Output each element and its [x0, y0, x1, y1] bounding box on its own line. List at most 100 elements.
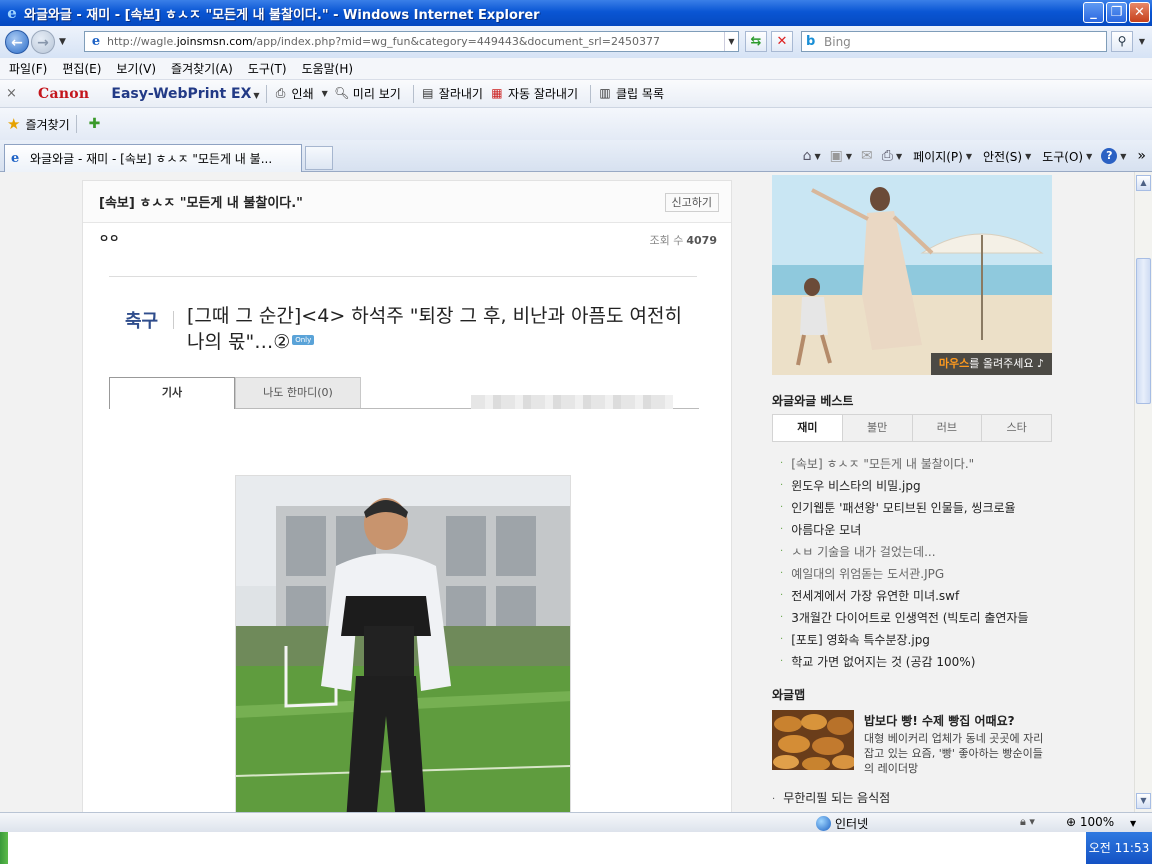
toolbar-separator: [265, 84, 267, 103]
start-button[interactable]: [0, 832, 8, 864]
title-bar: e 와글와글 - 재미 - [속보] ㅎㅅㅈ "모든게 내 불찰이다." - W…: [0, 0, 1152, 26]
best-tab-fun[interactable]: 재미: [773, 415, 842, 441]
scrollbar-thumb[interactable]: [1136, 258, 1151, 404]
printer-icon: ⎙: [881, 148, 893, 164]
menu-help[interactable]: 도움말(H): [296, 60, 360, 77]
preview-button[interactable]: 🔍︎ 미리 보기: [334, 85, 401, 102]
wagle-map-thumbnail[interactable]: [772, 710, 854, 770]
best-section-title: 와글와글 베스트: [772, 394, 854, 408]
divider: [173, 311, 174, 329]
search-options-dropdown-icon[interactable]: ▼: [1136, 31, 1148, 52]
author-name[interactable]: ㅇㅇ: [99, 230, 119, 246]
forward-arrow-icon: →: [37, 35, 49, 51]
minimize-button[interactable]: _: [1083, 2, 1104, 23]
list-item[interactable]: · [포토] 영화속 특수분장.jpg: [780, 628, 1054, 650]
page-menu[interactable]: 페이지(P) ▼: [913, 148, 972, 165]
restore-button[interactable]: ❐: [1106, 2, 1127, 23]
tools-menu[interactable]: 도구(O) ▼: [1042, 148, 1092, 165]
list-item[interactable]: · 3개월간 다이어트로 인생역전 (빅토리 출연자들: [780, 606, 1054, 628]
scroll-up-button[interactable]: ▲: [1136, 175, 1151, 191]
close-toolbar-icon[interactable]: ×: [6, 86, 24, 101]
menu-view[interactable]: 보기(V): [110, 60, 162, 77]
url-dropdown-icon[interactable]: ▼: [724, 32, 738, 51]
clip-button[interactable]: ▤ 잘라내기: [420, 85, 483, 102]
list-item[interactable]: · 예일대의 위엄돋는 도서관.JPG: [780, 562, 1054, 584]
tab-article[interactable]: 기사: [109, 377, 235, 409]
tab-comments[interactable]: 나도 한마디(0): [235, 377, 361, 408]
zoom-level[interactable]: ⊕ 100% ▼: [1066, 815, 1136, 829]
best-tab-complaint[interactable]: 불만: [841, 415, 912, 441]
best-tab-star[interactable]: 스타: [981, 415, 1051, 441]
search-input[interactable]: b Bing: [801, 31, 1107, 52]
best-tab-love[interactable]: 러브: [911, 415, 982, 441]
scroll-down-button[interactable]: ▼: [1136, 793, 1151, 809]
print-dropdown-icon[interactable]: ▼: [322, 89, 328, 98]
wagle-map-description: 대형 베이커리 업체가 동네 곳곳에 자리잡고 있는 요즘, '빵' 좋아하는 …: [864, 732, 1044, 775]
home-button[interactable]: ⌂ ▼: [803, 148, 821, 164]
print-command-button[interactable]: ⎙ ▼: [882, 148, 902, 164]
canon-toolbar: × Canon Easy-WebPrint EX ▼ ⎙ 인쇄 ▼ 🔍︎ 미리 보…: [0, 80, 1152, 108]
toolbar-separator: [590, 84, 592, 103]
new-tab-button[interactable]: [305, 146, 333, 170]
report-button[interactable]: 신고하기: [664, 193, 719, 212]
easy-webprint-menu[interactable]: Easy-WebPrint EX ▼: [111, 86, 259, 102]
menu-file[interactable]: 파일(F): [3, 60, 53, 77]
wagle-map-more-item[interactable]: · 무한리필 되는 음식점: [772, 789, 890, 806]
menu-favorites[interactable]: 즐겨찾기(A): [165, 60, 239, 77]
back-button[interactable]: ←: [5, 30, 29, 54]
news-title: [그때 그 순간]<4> 하석주 "퇴장 그 후, 비난과 아픔도 여전히 나의…: [187, 305, 682, 353]
window-title: 와글와글 - 재미 - [속보] ㅎㅅㅈ "모든게 내 불찰이다." - Win…: [24, 7, 540, 23]
menu-edit[interactable]: 편집(E): [56, 60, 107, 77]
more-commands-button[interactable]: »: [1137, 148, 1146, 164]
article-photo: [235, 475, 571, 812]
safety-menu[interactable]: 안전(S) ▼: [983, 148, 1031, 165]
url-input[interactable]: e http://wagle.joinsmsn.com/app/index.ph…: [84, 31, 739, 52]
wagle-map-headline[interactable]: 밥보다 빵! 수제 빵집 어때요?: [864, 712, 1015, 729]
favorites-button[interactable]: 즐겨찾기: [25, 116, 69, 133]
page-viewport: [속보] ㅎㅅㅈ "모든게 내 불찰이다." 신고하기 ㅇㅇ 조회 수 4079 …: [0, 172, 1152, 812]
search-button[interactable]: ⚲: [1111, 31, 1133, 52]
protected-mode-icon[interactable]: 🔒︎ ▾: [1020, 815, 1035, 829]
list-item[interactable]: · 윈도우 비스타의 비밀.jpg: [780, 474, 1054, 496]
clip-icon: ▤: [422, 86, 434, 100]
rss-icon: ▣: [829, 148, 843, 164]
list-item[interactable]: · 아름다운 모녀: [780, 518, 1054, 540]
promo-banner[interactable]: 마우스를 올려주세요 ♪: [772, 175, 1052, 375]
print-button[interactable]: ⎙ 인쇄: [273, 85, 314, 102]
auto-clip-icon: ▦: [491, 86, 503, 100]
toolbar-separator: [75, 115, 77, 133]
list-item[interactable]: · 학교 가면 없어지는 것 (공감 100%): [780, 650, 1054, 672]
browser-window: e 와글와글 - 재미 - [속보] ㅎㅅㅈ "모든게 내 불찰이다." - W…: [0, 0, 1152, 864]
history-dropdown-icon[interactable]: ▼: [59, 37, 66, 47]
feeds-button[interactable]: ▣ ▼: [830, 148, 852, 164]
add-to-favorites-bar-icon[interactable]: ✚: [89, 116, 101, 132]
help-icon: ?: [1101, 148, 1118, 164]
tab-title: 와글와글 - 재미 - [속보] ㅎㅅㅈ "모든게 내 불...: [30, 152, 273, 166]
tab-current[interactable]: e 와글와글 - 재미 - [속보] ㅎㅅㅈ "모든게 내 불...: [4, 144, 302, 172]
list-item[interactable]: · ㅅㅂ 기술을 내가 걸었는데...: [780, 540, 1054, 562]
security-zone[interactable]: 인터넷: [816, 815, 868, 832]
refresh-button[interactable]: ⇆: [745, 31, 767, 52]
list-item[interactable]: · 전세계에서 가장 유연한 미녀.swf: [780, 584, 1054, 606]
system-clock[interactable]: 오전 11:53: [1086, 832, 1152, 864]
auto-clip-button[interactable]: ▦ 자동 잘라내기: [489, 85, 578, 102]
promo-caption: 마우스를 올려주세요 ♪: [930, 353, 1052, 375]
menu-tools[interactable]: 도구(T): [242, 60, 293, 77]
taskbar: 오전 11:53: [0, 832, 1152, 864]
favorites-bar: ★ 즐겨찾기 ✚: [0, 108, 1152, 140]
list-item[interactable]: · 인기웹툰 '패션왕' 모티브된 인물들, 씽크로율: [780, 496, 1054, 518]
clip-list-button[interactable]: ▥ 클립 목록: [597, 85, 664, 102]
tab-ie-icon: e: [11, 150, 20, 166]
list-item[interactable]: · [속보] ㅎㅅㅈ "모든게 내 불찰이다.": [780, 452, 1054, 474]
mail-icon: ✉: [861, 148, 873, 164]
read-mail-button[interactable]: ✉: [861, 148, 873, 164]
help-menu[interactable]: ? ▼: [1101, 148, 1126, 164]
favorites-star-icon[interactable]: ★: [7, 115, 20, 133]
stop-button[interactable]: ✕: [771, 31, 793, 52]
forward-button[interactable]: →: [31, 30, 55, 54]
vertical-scrollbar[interactable]: ▲ ▼: [1134, 172, 1152, 812]
bullet-icon: ·: [780, 545, 784, 557]
printer-icon: ⎙: [275, 86, 286, 100]
toolbar-separator: [412, 84, 414, 103]
close-window-button[interactable]: ✕: [1129, 2, 1150, 23]
